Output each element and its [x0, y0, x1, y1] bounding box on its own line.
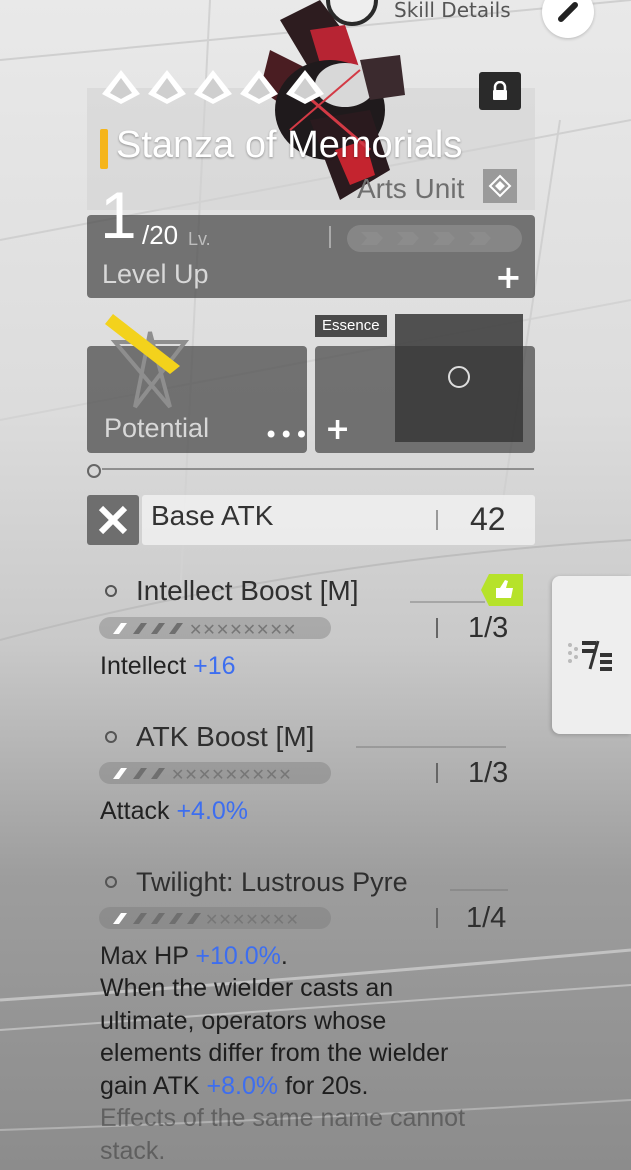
svg-text:✕✕✕✕✕✕✕✕: ✕✕✕✕✕✕✕✕	[189, 620, 296, 639]
skill-deco-line	[410, 601, 485, 603]
star-icon	[286, 70, 324, 104]
skill-name: Twilight: Lustrous Pyre	[136, 867, 408, 897]
close-button[interactable]	[542, 0, 594, 38]
skill-stat: Intellect +16	[100, 652, 236, 681]
star-icon	[102, 70, 140, 104]
base-atk-separator	[436, 510, 438, 530]
essence-add-plus-icon[interactable]: +	[325, 415, 350, 445]
desc-line: When the wielder casts an	[100, 974, 394, 1002]
level-max: /20	[142, 220, 179, 250]
star-icon	[148, 70, 186, 104]
base-atk-value: 42	[470, 501, 506, 537]
list-toggle-icon	[567, 640, 612, 671]
close-icon	[558, 2, 578, 22]
level-current: 1	[100, 178, 137, 252]
level-divider	[329, 226, 331, 248]
desc-value: +8.0%	[206, 1071, 279, 1100]
skill-rank: 1/4	[466, 902, 507, 934]
skill-rank-bar: ✕✕✕✕✕✕✕	[99, 907, 331, 929]
skill-stat-value: +4.0%	[176, 797, 249, 825]
skill-rank: 1/3	[468, 612, 509, 644]
svg-text:✕✕✕✕✕✕✕: ✕✕✕✕✕✕✕	[205, 910, 299, 929]
skill-description: When the wielder casts an ultimate, oper…	[100, 972, 530, 1102]
side-list-toggle[interactable]	[552, 576, 631, 734]
skill-rank-bar: ✕✕✕✕✕✕✕✕✕	[99, 762, 331, 784]
rarity-stars	[100, 68, 326, 106]
skill-separator	[436, 908, 438, 928]
potential-label: Potential	[104, 413, 210, 443]
essence-target-icon	[448, 366, 470, 388]
skill-description-faded: Effects of the same name cannot stack.	[100, 1102, 530, 1167]
skill-bullet	[105, 731, 117, 743]
skill-bullet	[105, 876, 117, 888]
skill-deco-line	[356, 746, 506, 748]
skill-stat-label: Intellect	[100, 652, 187, 680]
skill-separator	[436, 763, 438, 783]
weapon-type: Arts Unit	[357, 173, 465, 204]
desc-text: gain ATK	[100, 1071, 207, 1100]
arts-unit-icon	[483, 169, 517, 203]
skill-deco-line	[450, 889, 508, 891]
level-breakthrough-pips	[347, 225, 522, 252]
skill-stat-label: Attack	[100, 797, 170, 825]
skill-stat: Max HP +10.0%.	[100, 942, 288, 971]
skill-rank-bar: ✕✕✕✕✕✕✕✕	[99, 617, 331, 639]
desc-text: for 20s.	[278, 1071, 369, 1100]
desc-line: elements differ from the wielder	[100, 1039, 449, 1067]
svg-text:✕✕✕✕✕✕✕✕✕: ✕✕✕✕✕✕✕✕✕	[171, 765, 292, 784]
skill-stat-value: +16	[193, 652, 236, 680]
weapon-name: Stanza of Memorials	[116, 124, 463, 166]
desc-line: gain ATK +8.0% for 20s.	[100, 1070, 530, 1103]
skill-rank: 1/3	[468, 757, 509, 789]
level-lv-label: Lv.	[188, 229, 211, 249]
skill-separator	[436, 618, 438, 638]
skill-name: ATK Boost [M]	[136, 721, 315, 752]
skill-stat-suffix: .	[280, 942, 288, 970]
name-accent-bar	[100, 129, 108, 169]
level-up-label: Level Up	[102, 259, 209, 289]
skill-name: Intellect Boost [M]	[136, 575, 359, 606]
lock-icon	[493, 81, 507, 100]
section-divider	[87, 464, 534, 478]
star-icon	[194, 70, 232, 104]
star-icon	[240, 70, 278, 104]
skill-stat-label: Max HP	[100, 942, 189, 970]
thumbs-up-icon	[481, 574, 523, 606]
desc-line: stack.	[100, 1136, 166, 1165]
lock-button[interactable]	[479, 72, 521, 110]
more-icon[interactable]: •••	[264, 421, 309, 449]
essence-tag: Essence	[315, 315, 387, 337]
desc-line: Effects of the same name cannot	[100, 1104, 466, 1132]
skill-stat-value: +10.0%	[195, 942, 281, 970]
skill-stat: Attack +4.0%	[100, 797, 248, 826]
base-atk-icon	[87, 495, 139, 545]
skill-bullet	[105, 585, 117, 597]
desc-line: ultimate, operators whose	[100, 1006, 387, 1035]
level-up-plus-icon[interactable]: +	[495, 261, 522, 293]
base-atk-label: Base ATK	[151, 500, 274, 531]
